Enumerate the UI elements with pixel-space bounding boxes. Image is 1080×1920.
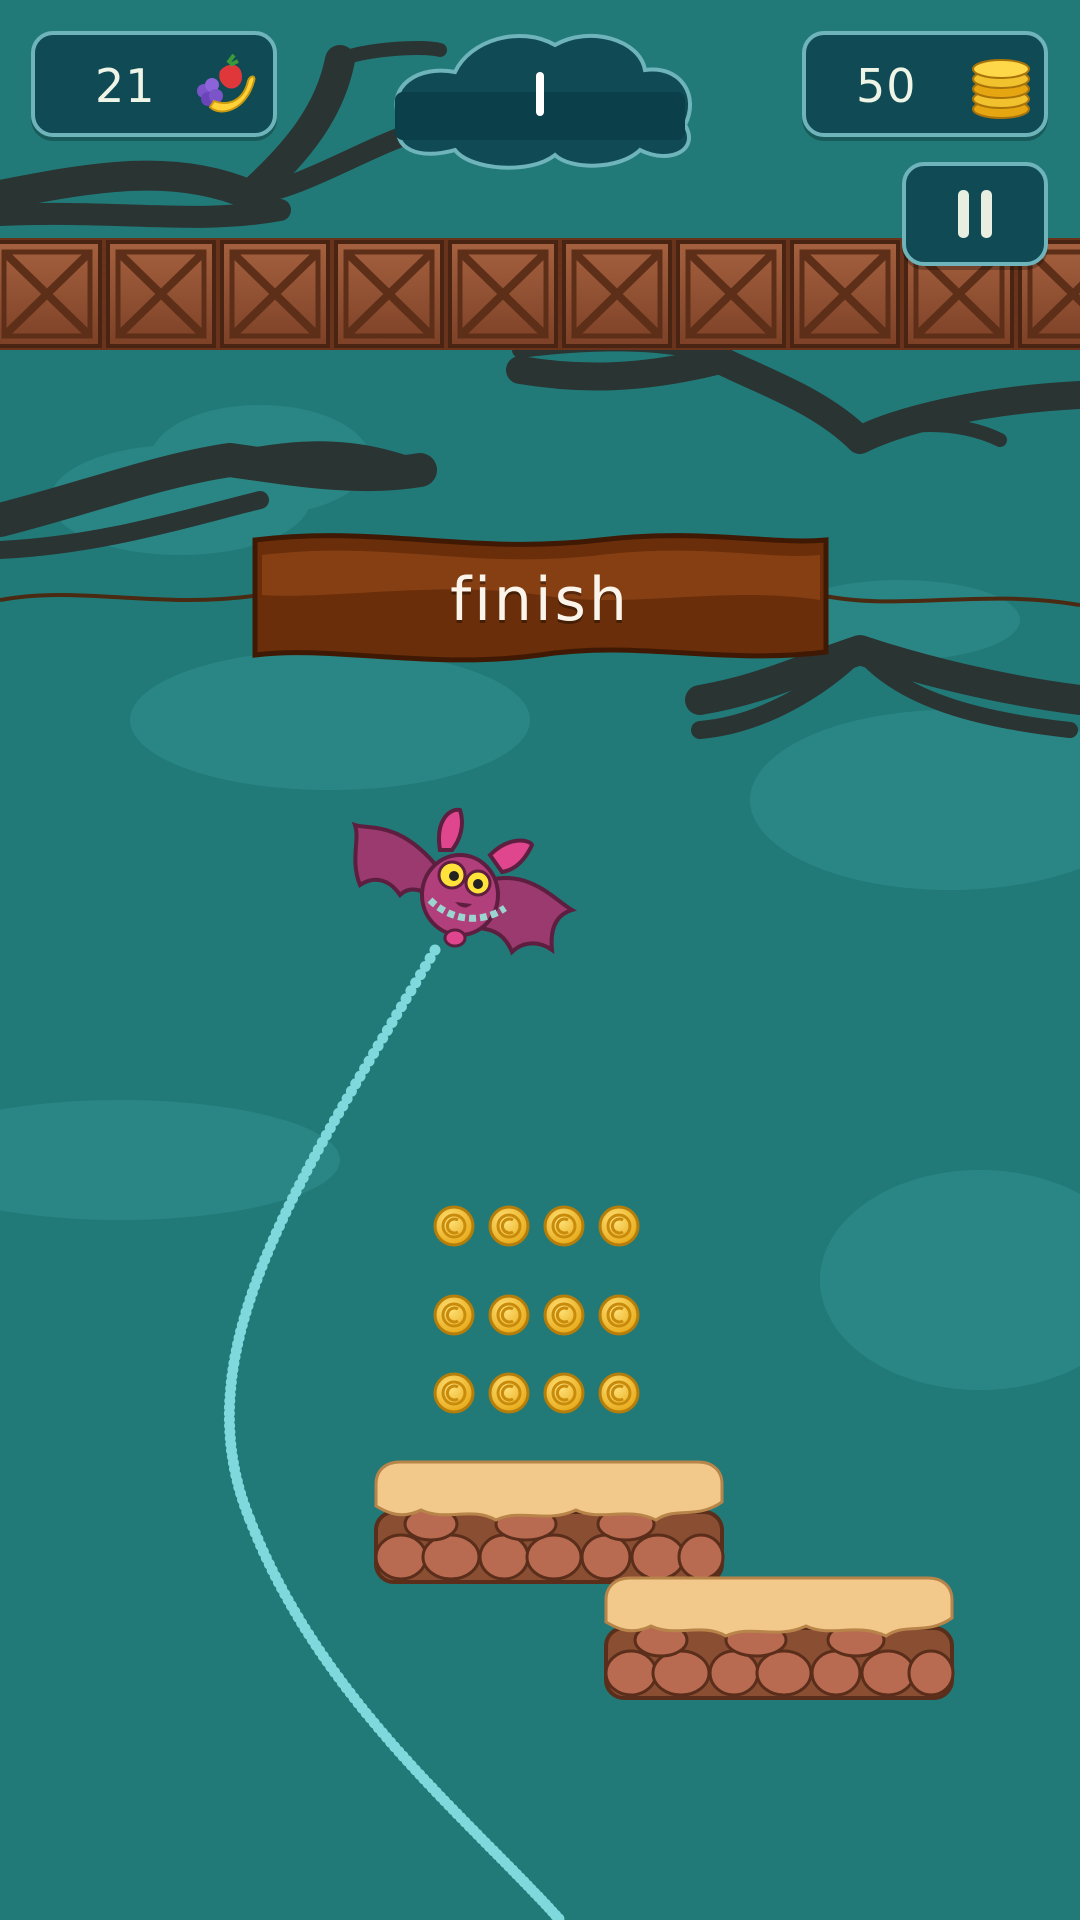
coin xyxy=(488,1205,530,1247)
crate xyxy=(0,240,102,348)
fruit-count: 21 xyxy=(95,59,156,113)
coin xyxy=(543,1372,585,1414)
platform-upper xyxy=(374,1460,725,1584)
coin xyxy=(543,1294,585,1336)
pause-button[interactable] xyxy=(902,162,1048,266)
coin xyxy=(488,1372,530,1414)
game-scene xyxy=(0,33,1080,1920)
fruit-basket-icon xyxy=(197,53,256,113)
coin xyxy=(598,1205,640,1247)
crate xyxy=(562,240,672,348)
coin xyxy=(598,1294,640,1336)
crate xyxy=(448,240,558,348)
coin xyxy=(598,1372,640,1414)
finish-label: finish xyxy=(450,565,630,635)
coin-grid xyxy=(433,1205,640,1414)
coin xyxy=(433,1372,475,1414)
bat-character xyxy=(351,807,577,956)
crate xyxy=(334,240,444,348)
coin-count: 50 xyxy=(856,59,917,113)
coin xyxy=(488,1294,530,1336)
coin-stack-icon xyxy=(972,59,1030,119)
fruit-counter-panel: 21 xyxy=(31,31,277,137)
coin xyxy=(543,1205,585,1247)
pause-icon xyxy=(958,190,992,238)
coin xyxy=(433,1294,475,1336)
coin xyxy=(433,1205,475,1247)
crate xyxy=(220,240,330,348)
crate xyxy=(790,240,900,348)
coin-counter-panel: 50 xyxy=(802,31,1048,137)
crate xyxy=(676,240,786,348)
flight-trail xyxy=(223,944,565,1920)
crate xyxy=(106,240,216,348)
platform-lower xyxy=(604,1576,955,1700)
